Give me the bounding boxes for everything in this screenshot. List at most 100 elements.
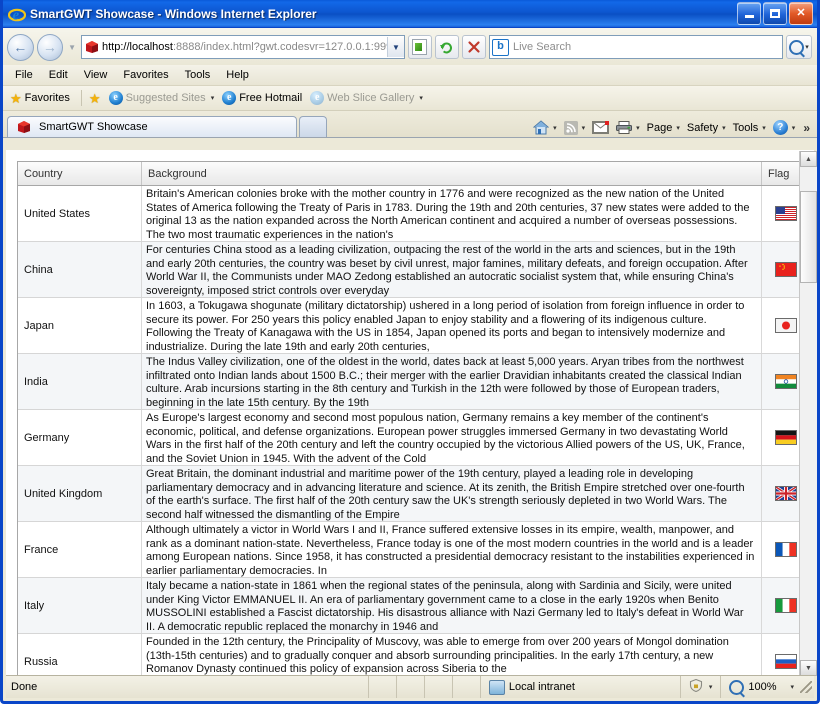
table-row[interactable]: United Kingdom Great Britain, the domina… — [18, 466, 811, 522]
table-row[interactable]: Germany As Europe's largest economy and … — [18, 410, 811, 466]
scroll-down-button[interactable]: ▼ — [800, 660, 817, 676]
cell-country: Italy — [18, 578, 142, 633]
page-scrollbar[interactable]: ▲ ▼ — [799, 151, 817, 676]
flag-united-kingdom — [775, 486, 797, 501]
read-mail-button[interactable] — [590, 121, 611, 134]
grid-body: United States Britain's American colonie… — [18, 186, 811, 675]
tab-smartgwt-showcase[interactable]: SmartGWT Showcase — [7, 116, 297, 137]
favorites-bar: ★ Favorites ★ e Suggested Sites ▾ e Free… — [3, 86, 817, 111]
table-row[interactable]: Russia Founded in the 12th century, the … — [18, 634, 811, 675]
add-to-favorites-bar-button[interactable]: ★ — [87, 91, 107, 106]
grid-header: Country Background Flag — [18, 162, 811, 186]
flag-china — [775, 262, 797, 277]
flag-united-states — [775, 206, 797, 221]
menu-bar: File Edit View Favorites Tools Help — [3, 65, 817, 86]
favorite-label: Suggested Sites — [125, 92, 206, 104]
favorites-label: Favorites — [24, 92, 70, 104]
protected-mode-indicator[interactable]: ▾ — [679, 676, 721, 698]
chevron-down-icon[interactable]: ▾ — [709, 683, 713, 691]
refresh-button[interactable] — [434, 35, 459, 59]
menu-tools[interactable]: Tools — [177, 67, 219, 83]
favorite-label: Free Hotmail — [239, 92, 303, 104]
chevron-down-icon[interactable]: ▾ — [419, 94, 423, 102]
table-row[interactable]: France Although ultimately a victor in W… — [18, 522, 811, 578]
ie-icon: e — [108, 91, 123, 105]
rss-icon — [563, 120, 578, 135]
command-bar-overflow-button[interactable]: » — [800, 121, 813, 135]
browser-window: e SmartGWT Showcase - Windows Internet E… — [0, 0, 820, 704]
tab-strip: SmartGWT Showcase ▾ ▾ ▾ Page ▾ Safety ▾ … — [3, 111, 817, 138]
resize-gripper[interactable] — [800, 681, 812, 693]
table-row[interactable]: United States Britain's American colonie… — [18, 186, 811, 242]
zoom-level-label: 100% — [748, 681, 777, 693]
ie-icon: e — [222, 91, 237, 105]
search-go-button[interactable]: ▾ — [785, 35, 812, 59]
favorite-web-slice-gallery[interactable]: e Web Slice Gallery ▾ — [308, 90, 429, 106]
menu-file[interactable]: File — [7, 67, 41, 83]
chevron-down-icon[interactable]: ▾ — [636, 124, 640, 132]
cell-country: India — [18, 354, 142, 409]
column-header-background[interactable]: Background — [142, 162, 762, 185]
stop-button[interactable] — [461, 35, 486, 59]
address-input[interactable]: http://localhost:8888/index.html?gwt.cod… — [81, 35, 405, 59]
favorite-free-hotmail[interactable]: e Free Hotmail — [220, 90, 308, 106]
security-zone[interactable]: Local intranet — [479, 676, 680, 698]
search-dropdown-caret[interactable]: ▾ — [805, 43, 809, 51]
new-tab-button[interactable] — [299, 116, 327, 137]
flag-germany — [775, 430, 797, 445]
close-button[interactable]: ✕ — [789, 2, 813, 25]
table-row[interactable]: Japan In 1603, a Tokugawa shogunate (mil… — [18, 298, 811, 354]
table-row[interactable]: India The Indus Valley civilization, one… — [18, 354, 811, 410]
chevron-down-icon[interactable]: ▾ — [722, 124, 726, 132]
search-provider-icon: b — [491, 38, 509, 56]
table-row[interactable]: Italy Italy became a nation-state in 186… — [18, 578, 811, 634]
cell-background: Britain's American colonies broke with t… — [142, 186, 762, 241]
status-text: Done — [11, 681, 38, 693]
cell-background: As Europe's largest economy and second m… — [142, 410, 762, 465]
cell-country: Russia — [18, 634, 142, 675]
maximize-button[interactable] — [763, 2, 787, 25]
stop-icon — [468, 41, 480, 53]
page-menu-button[interactable]: Page ▾ — [645, 122, 682, 134]
home-button[interactable]: ▾ — [531, 120, 559, 135]
chevron-down-icon[interactable]: ▾ — [553, 124, 557, 132]
print-button[interactable]: ▾ — [614, 121, 642, 134]
forward-button[interactable]: → — [36, 33, 64, 61]
page-menu-label: Page — [646, 121, 673, 134]
help-icon: ? — [772, 120, 788, 135]
search-input[interactable]: b Live Search — [488, 35, 783, 59]
scroll-up-button[interactable]: ▲ — [800, 151, 817, 167]
flag-india — [775, 374, 797, 389]
favorite-suggested-sites[interactable]: e Suggested Sites ▾ — [107, 90, 221, 106]
menu-favorites[interactable]: Favorites — [115, 67, 176, 83]
column-header-country[interactable]: Country — [18, 162, 142, 185]
help-menu-button[interactable]: ? ▾ — [771, 120, 798, 135]
chevron-down-icon[interactable]: ▾ — [790, 683, 794, 691]
cell-background: Great Britain, the dominant industrial a… — [142, 466, 762, 521]
zoom-control[interactable]: 100% ▾ — [720, 676, 800, 698]
monitor-icon — [488, 679, 505, 695]
compatibility-view-button[interactable] — [407, 35, 432, 59]
minimize-button[interactable] — [737, 2, 761, 25]
address-dropdown-button[interactable]: ▼ — [386, 37, 404, 57]
back-button[interactable]: ← — [7, 33, 34, 61]
menu-help[interactable]: Help — [218, 67, 257, 83]
chevron-down-icon[interactable]: ▾ — [582, 124, 586, 132]
chevron-down-icon[interactable]: ▾ — [676, 124, 680, 132]
history-dropdown-icon[interactable]: ▼ — [66, 43, 78, 52]
favorites-button[interactable]: ★ Favorites — [8, 91, 76, 106]
safety-menu-label: Safety — [686, 121, 719, 134]
url-path: :8888/index.html?gwt.codesvr=127.0.0.1:9… — [172, 41, 387, 53]
menu-view[interactable]: View — [76, 67, 116, 83]
table-row[interactable]: China For centuries China stood as a lea… — [18, 242, 811, 298]
chevron-down-icon[interactable]: ▾ — [792, 124, 796, 132]
chevron-down-icon[interactable]: ▾ — [211, 94, 215, 102]
feeds-button[interactable]: ▾ — [562, 120, 588, 135]
zoom-icon — [729, 679, 745, 695]
menu-edit[interactable]: Edit — [41, 67, 76, 83]
scrollbar-thumb[interactable] — [800, 191, 817, 283]
chevron-down-icon[interactable]: ▾ — [762, 124, 766, 132]
cell-country: China — [18, 242, 142, 297]
safety-menu-button[interactable]: Safety ▾ — [685, 122, 728, 134]
tools-menu-button[interactable]: Tools ▾ — [731, 122, 768, 134]
